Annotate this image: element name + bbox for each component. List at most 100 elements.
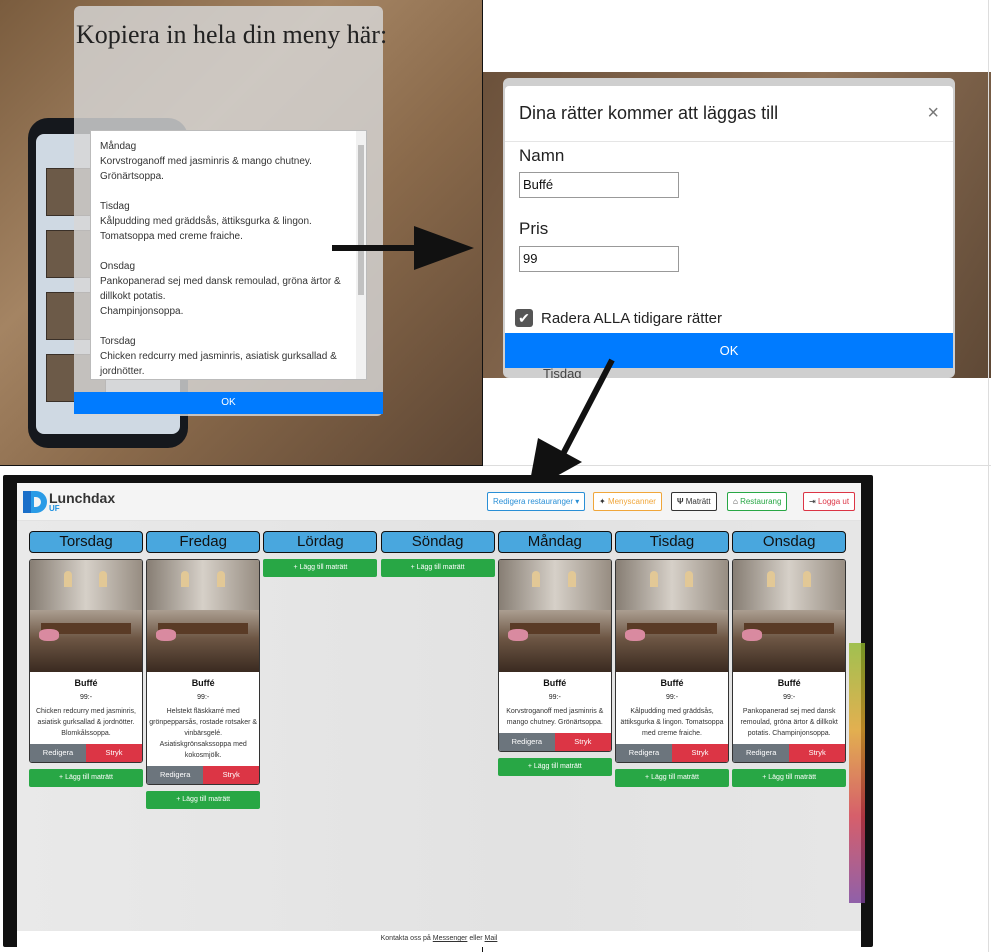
menu-day-block: Måndag Korvstroganoff med jasminris & man… bbox=[100, 139, 350, 184]
dish-card: Buffé 99:- Korvstroganoff med jasminris & … bbox=[497, 559, 612, 752]
dialog-title: Dina rätter kommer att läggas till bbox=[519, 103, 779, 123]
menu-line: Chicken redcurry med jasminris, asiatisk… bbox=[100, 351, 337, 377]
dish-button[interactable]: Ψ Maträtt bbox=[671, 492, 717, 511]
add-dish-button[interactable]: + Lägg till maträtt bbox=[497, 758, 612, 776]
add-dish-button[interactable]: + Lägg till maträtt bbox=[380, 559, 495, 577]
day-column-onsdag: Onsdag Buffé 99:- Pankopanerad sej med dans… bbox=[732, 531, 847, 787]
delete-all-checkbox[interactable]: ✔ bbox=[515, 309, 533, 327]
divider bbox=[988, 0, 989, 952]
edit-dish-button[interactable]: Redigera bbox=[498, 733, 555, 751]
name-input[interactable]: Buffé bbox=[519, 172, 679, 198]
day-column-söndag: Söndag + Lägg till maträtt bbox=[380, 531, 495, 577]
menu-textarea[interactable]: Måndag Korvstroganoff med jasminris & man… bbox=[90, 130, 367, 380]
menu-line: Grönärtsoppa. bbox=[100, 171, 164, 182]
day-header: Fredag bbox=[146, 531, 261, 553]
delete-dish-button[interactable]: Stryk bbox=[672, 744, 728, 762]
dish-price: 99:- bbox=[783, 694, 796, 701]
menu-day-name: Måndag bbox=[100, 141, 137, 152]
price-label: Pris bbox=[519, 219, 549, 238]
menu-line: Champinjonsoppa. bbox=[100, 306, 184, 317]
dish-photo bbox=[616, 560, 728, 672]
dish-price: 99:- bbox=[197, 694, 210, 701]
dish-name: Buffé bbox=[777, 678, 801, 688]
dish-price: 99:- bbox=[79, 694, 93, 701]
close-icon[interactable]: × bbox=[927, 102, 939, 125]
dish-name: Buffé bbox=[74, 678, 98, 688]
dish-photo bbox=[733, 560, 846, 672]
menu-scanner-button[interactable]: ✦ Menyscanner bbox=[593, 492, 662, 511]
edit-dish-button[interactable]: Redigera bbox=[616, 744, 672, 762]
edit-dish-button[interactable]: Redigera bbox=[147, 766, 204, 784]
mail-link[interactable]: Mail bbox=[485, 935, 498, 942]
day-header: Lördag bbox=[263, 531, 378, 553]
lunchdax-logo[interactable] bbox=[23, 489, 47, 515]
divider bbox=[482, 0, 483, 465]
caret-down-icon: ▾ bbox=[575, 497, 580, 506]
delete-dish-button[interactable]: Stryk bbox=[789, 744, 846, 762]
dish-photo bbox=[30, 560, 142, 672]
navbar: Lunchdax UF Redigera restauranger ▾ ✦ Me… bbox=[17, 483, 861, 521]
app-screenshot: Lunchdax UF Redigera restauranger ▾ ✦ Me… bbox=[3, 475, 873, 947]
menu-line: Tomatsoppa med creme fraiche. bbox=[100, 231, 243, 242]
dish-card: Buffé 99:- Chicken redcurry med jasminris,… bbox=[29, 559, 143, 763]
add-dish-button[interactable]: + Lägg till maträtt bbox=[732, 769, 847, 787]
add-dish-button[interactable]: + Lägg till maträtt bbox=[615, 769, 729, 787]
day-header: Torsdag bbox=[29, 531, 143, 553]
messenger-link[interactable]: Messenger bbox=[433, 935, 468, 942]
add-dish-button[interactable]: + Lägg till maträtt bbox=[263, 559, 378, 577]
footer: Kontakta oss på Messenger eller Mail bbox=[17, 931, 861, 947]
day-header: Tisdag bbox=[615, 531, 729, 553]
logout-button[interactable]: ⇥ Logga ut bbox=[803, 492, 856, 511]
edit-restaurants-dropdown[interactable]: Redigera restauranger ▾ bbox=[487, 492, 586, 511]
day-column-måndag: Måndag Buffé 99:- Korvstroganoff med jasmin… bbox=[497, 531, 612, 776]
dish-price: 99:- bbox=[665, 694, 679, 701]
add-dish-button[interactable]: + Lägg till maträtt bbox=[146, 791, 261, 809]
menu-day-name: Torsdag bbox=[100, 336, 136, 347]
menu-day-block: Torsdag Chicken redcurry med jasminris, a… bbox=[100, 334, 350, 379]
dish-card: Buffé 99:- Helstekt fläskkarré med grönpep… bbox=[146, 559, 261, 785]
add-dish-button[interactable]: + Lägg till maträtt bbox=[29, 769, 143, 787]
home-icon: ⌂ bbox=[733, 497, 738, 506]
menu-paste-modal: Kopiera in hela din meny här: Måndag Korv… bbox=[74, 6, 387, 416]
delete-all-label: Radera ALLA tidigare rätter bbox=[541, 310, 722, 327]
menu-day-block: Onsdag Pankopanerad sej med dansk remoula… bbox=[100, 259, 350, 319]
day-header: Måndag bbox=[497, 531, 612, 553]
dish-photo bbox=[147, 560, 260, 672]
delete-dish-button[interactable]: Stryk bbox=[203, 766, 260, 784]
app-page: Lunchdax UF Redigera restauranger ▾ ✦ Me… bbox=[17, 483, 865, 947]
dish-dialog: Dina rätter kommer att läggas till × Nam… bbox=[505, 86, 953, 366]
menu-paste-title: Kopiera in hela din meny här: bbox=[76, 20, 388, 49]
restaurant-button[interactable]: ⌂ Restaurang bbox=[727, 492, 788, 511]
menu-line: Korvstroganoff med jasminris & mango chu… bbox=[100, 156, 312, 167]
dish-photo bbox=[498, 560, 611, 672]
dish-description: Korvstroganoff med jasminris & mango chu… bbox=[506, 708, 604, 726]
edit-dish-button[interactable]: Redigera bbox=[733, 744, 790, 762]
menu-line: Kålpudding med gräddsås, ättiksgurka & l… bbox=[100, 216, 312, 227]
price-input[interactable]: 99 bbox=[519, 246, 679, 272]
dish-name: Buffé bbox=[660, 678, 684, 688]
dish-dialog-panel: Tisdag Dina rätter kommer att läggas til… bbox=[483, 72, 991, 378]
menu-ok-button[interactable]: OK bbox=[74, 392, 383, 414]
magic-wand-icon: ✦ bbox=[599, 497, 606, 506]
delete-dish-button[interactable]: Stryk bbox=[554, 733, 611, 751]
logout-icon: ⇥ bbox=[809, 497, 816, 506]
arrow-right-icon bbox=[332, 226, 474, 270]
screenshot-collage: Kopiera in hela din meny här: Måndag Korv… bbox=[0, 0, 991, 952]
divider bbox=[0, 465, 483, 466]
edit-dish-button[interactable]: Redigera bbox=[30, 744, 86, 762]
dish-name: Buffé bbox=[543, 678, 567, 688]
dish-name: Buffé bbox=[191, 678, 215, 688]
day-column-tisdag: Tisdag Buffé 99:- Kålpudding med gräddsås, … bbox=[615, 531, 729, 787]
utensils-icon: Ψ bbox=[677, 497, 684, 506]
delete-dish-button[interactable]: Stryk bbox=[86, 744, 142, 762]
dish-card: Buffé 99:- Pankopanerad sej med dansk remo… bbox=[732, 559, 847, 763]
day-column-fredag: Fredag Buffé 99:- Helstekt fläskkarré med g… bbox=[146, 531, 261, 809]
dish-price: 99:- bbox=[548, 694, 561, 701]
brand-sub: UF bbox=[49, 504, 60, 513]
menu-line: Pankopanerad sej med dansk remoulad, grö… bbox=[100, 276, 341, 302]
day-header: Onsdag bbox=[732, 531, 847, 553]
dish-description: Chicken redcurry med jasminris, asiatisk… bbox=[36, 708, 136, 737]
dish-card: Buffé 99:- Kålpudding med gräddsås, ättiks… bbox=[615, 559, 729, 763]
day-header: Söndag bbox=[380, 531, 495, 553]
day-column-lördag: Lördag + Lägg till maträtt bbox=[263, 531, 378, 577]
